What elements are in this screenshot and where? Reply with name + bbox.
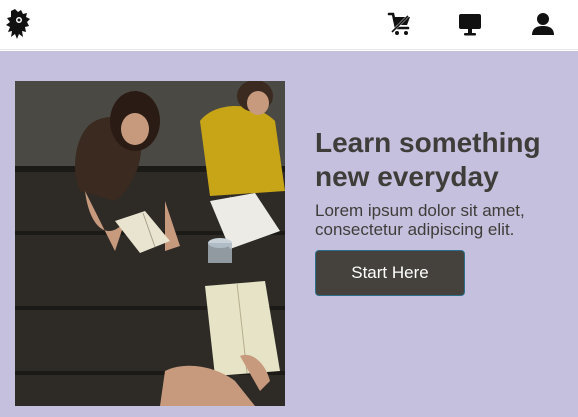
- cart-icon[interactable]: [386, 10, 414, 38]
- hero-section: Learn something new everyday Lorem ipsum…: [0, 51, 578, 417]
- lion-logo-icon[interactable]: [5, 7, 33, 41]
- hero-title: Learn something new everyday: [315, 127, 541, 192]
- desktop-icon[interactable]: [456, 10, 484, 38]
- user-icon[interactable]: [529, 10, 557, 38]
- students-reading-photo: [15, 81, 285, 406]
- navbar: [0, 0, 578, 50]
- start-here-button[interactable]: Start Here: [315, 250, 465, 296]
- hero-description: Lorem ipsum dolor sit amet, consectetur …: [315, 201, 525, 239]
